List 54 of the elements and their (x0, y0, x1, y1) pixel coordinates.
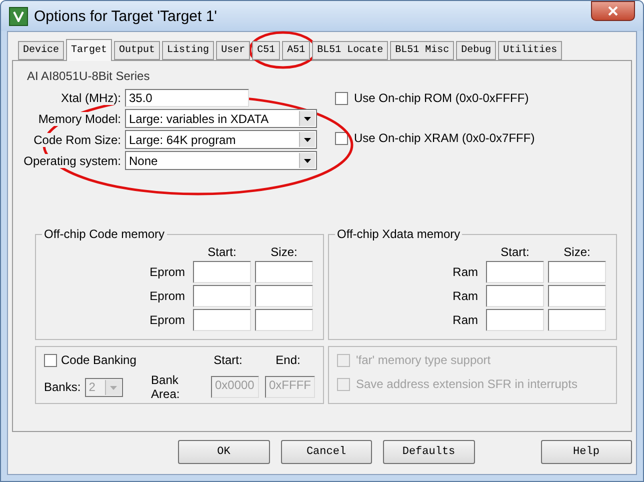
input-field[interactable] (486, 285, 544, 307)
tab[interactable]: Device (18, 41, 64, 60)
column-header: Start: (206, 245, 238, 259)
input-field[interactable] (193, 285, 251, 307)
input-field[interactable] (193, 309, 251, 331)
input-field[interactable]: 35.0 (125, 89, 249, 107)
column-header: Start: (500, 245, 530, 259)
checkbox-label: 'far' memory type support (356, 353, 491, 367)
checkbox-label: Save address extension SFR in interrupts (356, 377, 578, 391)
input-field[interactable] (255, 261, 313, 283)
tab[interactable]: BL51 Misc (390, 41, 454, 60)
input-field[interactable] (486, 261, 544, 283)
tab[interactable]: Utilities (498, 41, 562, 60)
checkbox-label: Use On-chip XRAM (0x0-0x7FFF) (354, 131, 535, 145)
checkbox-label: Use On-chip ROM (0x0-0xFFFF) (354, 91, 529, 105)
group-title: Off-chip Xdata memory (335, 227, 462, 241)
field-label: Bank Area: (151, 373, 181, 401)
input-field[interactable] (255, 285, 313, 307)
tab[interactable]: BL51 Locate (312, 41, 388, 60)
checkbox[interactable] (335, 92, 348, 104)
input-field[interactable] (548, 261, 606, 283)
column-header: Size: (270, 245, 298, 259)
dialog-button[interactable]: Help (540, 440, 632, 464)
dropdown[interactable]: Large: variables in XDATA (125, 109, 317, 128)
tab[interactable]: Output (114, 41, 160, 60)
tab[interactable]: A51 (282, 41, 310, 60)
checkbox-label: Code Banking (61, 353, 138, 367)
dropdown[interactable]: Large: 64K program (125, 130, 317, 149)
input-field[interactable] (548, 285, 606, 307)
input-field[interactable] (486, 309, 544, 331)
dialog-button[interactable]: Cancel (280, 440, 372, 464)
window-title: Options for Target 'Target 1' (34, 8, 218, 24)
tab[interactable]: User (216, 41, 250, 60)
app-logo-icon (9, 6, 28, 26)
device-name: AI AI8051U-8Bit Series (27, 69, 151, 85)
tab[interactable]: Target (66, 39, 112, 61)
dropdown[interactable]: None (125, 151, 317, 170)
tab[interactable]: Debug (456, 41, 496, 60)
column-header: End: (274, 353, 302, 367)
checkbox[interactable] (335, 132, 348, 144)
column-header: Size: (562, 245, 592, 259)
input-field[interactable] (548, 309, 606, 331)
column-header: Start: (212, 353, 244, 367)
tab[interactable]: Listing (162, 41, 214, 60)
close-icon (608, 6, 618, 16)
group-title: Off-chip Code memory (42, 227, 166, 241)
dialog-button[interactable]: OK (178, 440, 270, 464)
dialog-button[interactable]: Defaults (383, 440, 474, 464)
input-field[interactable] (255, 309, 313, 331)
input-field[interactable] (193, 261, 251, 283)
tab[interactable]: C51 (252, 41, 280, 60)
field-label: Banks: (44, 380, 81, 394)
close-button[interactable] (591, 1, 635, 21)
field-label: Xtal (MHz): (61, 91, 125, 105)
